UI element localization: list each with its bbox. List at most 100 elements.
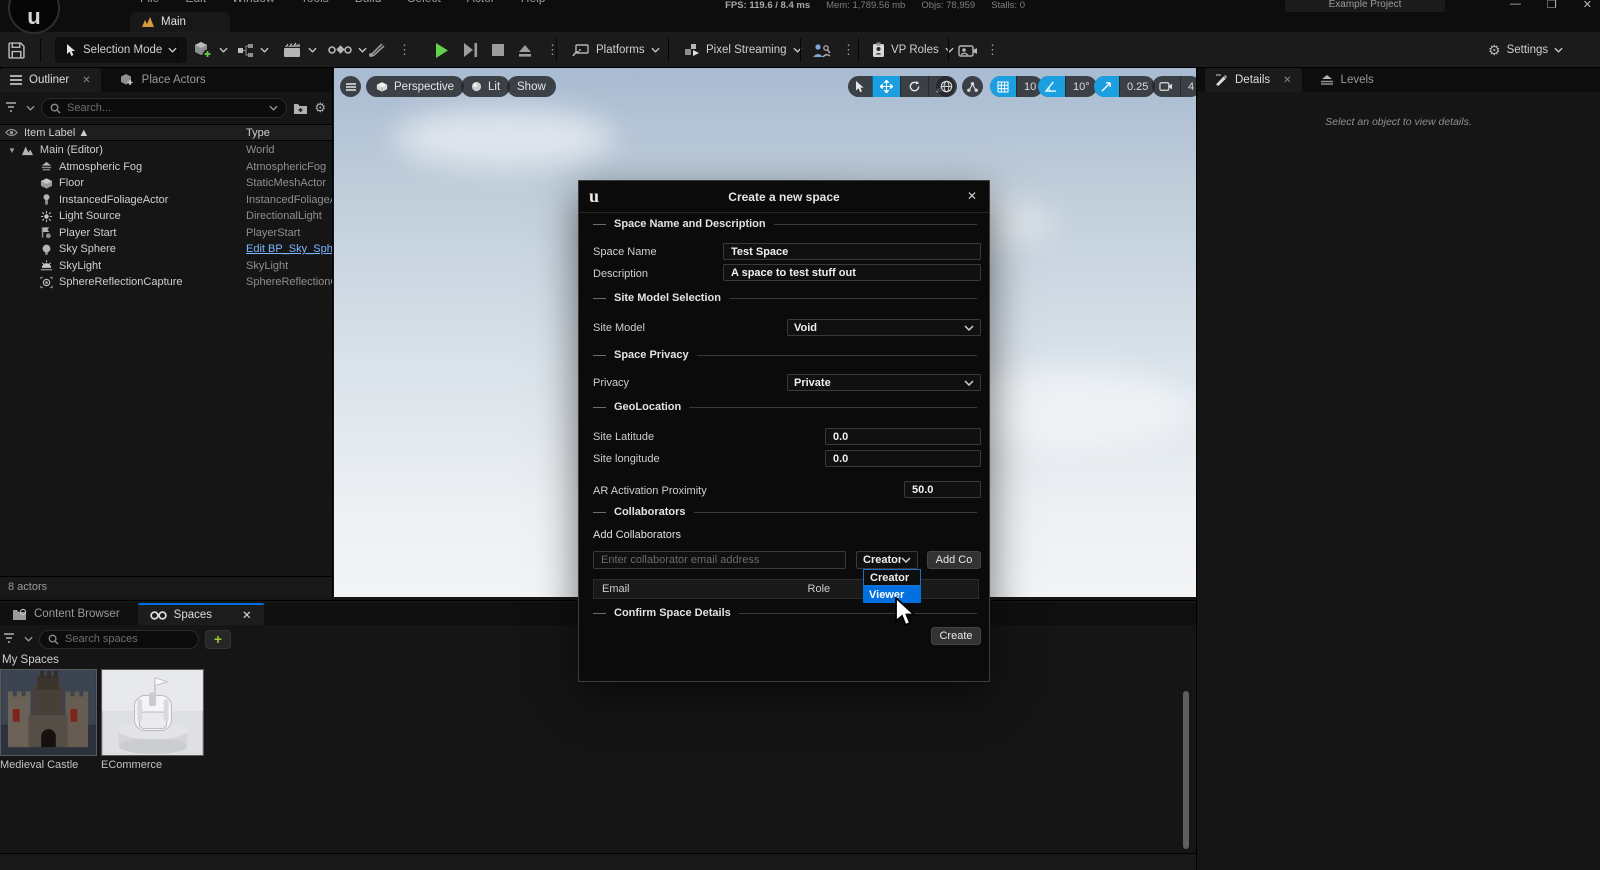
visibility-eye-icon[interactable] xyxy=(5,128,18,137)
filter-chevron-icon[interactable] xyxy=(26,105,35,111)
outliner-row[interactable]: SkyLightSkyLight xyxy=(0,258,332,275)
edit-blueprint-link[interactable]: Edit BP_Sky_Sphe xyxy=(246,243,332,255)
skip-to-marker-icon[interactable] xyxy=(463,43,478,57)
menu-build[interactable]: Build xyxy=(355,0,382,5)
menu-window[interactable]: Window xyxy=(232,0,275,5)
new-folder-icon[interactable] xyxy=(293,102,308,115)
camera-speed-button[interactable] xyxy=(1152,76,1180,97)
outliner-row[interactable]: InstancedFoliageActorInstancedFoliageA xyxy=(0,192,332,209)
selection-mode-dropdown[interactable]: Selection Mode xyxy=(55,37,187,63)
brush-tool-button[interactable] xyxy=(368,32,386,68)
grid-snap-toggle[interactable] xyxy=(990,76,1016,97)
cinematics-button[interactable] xyxy=(283,32,317,68)
collaborators-button[interactable] xyxy=(812,32,832,68)
maximize-icon[interactable]: ❐ xyxy=(1547,0,1557,11)
virtual-camera-menu[interactable]: ⋮ xyxy=(986,32,999,68)
spaces-filter-icon[interactable] xyxy=(4,633,18,645)
rotation-snap-value[interactable]: 10° xyxy=(1065,76,1097,97)
scale-snap-value[interactable]: 0.25 xyxy=(1119,76,1155,97)
camera-speed-value[interactable]: 4 xyxy=(1180,76,1196,97)
tab-spaces[interactable]: Spaces ✕ xyxy=(138,603,264,625)
tab-content-browser[interactable]: Content Browser xyxy=(0,603,132,625)
viewport-menu-button[interactable] xyxy=(340,76,361,97)
collaborators-menu[interactable]: ⋮ xyxy=(842,32,855,68)
column-type[interactable]: Type xyxy=(246,127,332,139)
close-outliner-tab-icon[interactable]: ✕ xyxy=(82,75,90,86)
menu-tools[interactable]: Tools xyxy=(301,0,329,5)
viewport-perspective-dropdown[interactable]: Perspective xyxy=(366,76,464,97)
play-options-menu[interactable]: ⋮ xyxy=(546,42,559,58)
add-space-button[interactable]: + xyxy=(205,630,231,649)
description-input[interactable] xyxy=(723,264,981,281)
tab-levels[interactable]: Levels xyxy=(1310,68,1384,92)
virtual-camera-button[interactable] xyxy=(958,32,978,68)
create-button[interactable]: Create xyxy=(931,627,981,645)
blueprints-button[interactable] xyxy=(237,32,269,68)
menu-file[interactable]: File xyxy=(140,0,159,5)
spaces-scrollbar[interactable] xyxy=(1183,691,1189,849)
menu-actor[interactable]: Actor xyxy=(467,0,495,5)
space-tile-medieval-castle[interactable]: Medieval Castle xyxy=(0,669,97,771)
outliner-search-input[interactable] xyxy=(67,102,263,114)
stop-icon[interactable] xyxy=(492,44,504,56)
dialog-close-icon[interactable]: ✕ xyxy=(967,189,977,203)
tab-outliner[interactable]: Outliner ✕ xyxy=(0,68,101,92)
rotate-tool-button[interactable] xyxy=(900,76,928,97)
surface-snapping-button[interactable] xyxy=(962,76,983,97)
outliner-row[interactable]: FloorStaticMeshActor xyxy=(0,175,332,192)
project-name-button[interactable]: Example Project xyxy=(1285,0,1445,12)
column-item-label[interactable]: Item Label ▲ xyxy=(24,127,89,139)
search-options-chevron-icon[interactable] xyxy=(269,105,278,111)
privacy-dropdown[interactable]: Private xyxy=(787,374,981,391)
role-option-creator[interactable]: Creator xyxy=(863,569,921,586)
collaborator-role-dropdown[interactable]: Creator xyxy=(856,551,918,569)
outliner-row-sky-sphere[interactable]: Sky SphereEdit BP_Sky_Sphe xyxy=(0,241,332,258)
rotation-snap-toggle[interactable] xyxy=(1038,76,1065,97)
spaces-search-input[interactable] xyxy=(65,633,190,645)
world-coordinate-button[interactable] xyxy=(936,76,957,97)
add-collaborator-button[interactable]: Add Co xyxy=(927,551,981,569)
eject-icon[interactable] xyxy=(518,44,532,57)
space-name-input[interactable] xyxy=(723,243,981,260)
spaces-search[interactable] xyxy=(39,630,199,649)
tab-place-actors[interactable]: Place Actors xyxy=(111,68,216,92)
save-button[interactable] xyxy=(8,32,25,68)
close-spaces-tab-icon[interactable]: ✕ xyxy=(242,608,252,622)
scale-snap-toggle[interactable] xyxy=(1094,76,1119,97)
vp-roles-dropdown[interactable]: VP Roles xyxy=(872,32,954,68)
menu-help[interactable]: Help xyxy=(521,0,546,5)
sequencer-button[interactable] xyxy=(328,32,367,68)
ar-proximity-input[interactable] xyxy=(904,481,981,498)
menu-select[interactable]: Select xyxy=(407,0,440,5)
collaborator-email-input[interactable] xyxy=(593,551,846,569)
outliner-search[interactable] xyxy=(41,98,287,118)
settings-dropdown[interactable]: ⚙ Settings xyxy=(1488,32,1563,68)
add-actor-button[interactable] xyxy=(193,32,228,68)
outliner-row[interactable]: Light SourceDirectionalLight xyxy=(0,208,332,225)
expand-arrow-icon[interactable]: ▼ xyxy=(8,146,16,155)
tab-details[interactable]: Details ✕ xyxy=(1205,68,1302,92)
spaces-filter-chevron-icon[interactable] xyxy=(24,636,33,642)
outliner-row-world[interactable]: ▼ Main (Editor)World xyxy=(0,142,332,159)
site-model-dropdown[interactable]: Void xyxy=(787,319,981,336)
site-latitude-input[interactable] xyxy=(825,428,981,445)
filter-icon[interactable] xyxy=(6,102,20,114)
outliner-row[interactable]: Atmospheric FogAtmosphericFog xyxy=(0,159,332,176)
space-tile-ecommerce[interactable]: ECommerce xyxy=(101,669,204,771)
minimize-icon[interactable]: — xyxy=(1510,0,1521,11)
select-tool-button[interactable] xyxy=(848,76,872,97)
viewport-lit-dropdown[interactable]: Lit xyxy=(461,76,510,97)
toolbar-overflow-menu[interactable]: ⋮ xyxy=(398,32,411,68)
play-icon[interactable] xyxy=(435,43,449,58)
pixel-streaming-dropdown[interactable]: Pixel Streaming xyxy=(684,32,802,68)
viewport-show-dropdown[interactable]: Show xyxy=(507,76,556,97)
platforms-dropdown[interactable]: Platforms xyxy=(572,32,660,68)
outliner-row[interactable]: SphereReflectionCaptureSphereReflectionC xyxy=(0,274,332,291)
close-icon[interactable]: ✕ xyxy=(1583,0,1592,11)
site-longitude-input[interactable] xyxy=(825,450,981,467)
close-details-tab-icon[interactable]: ✕ xyxy=(1283,75,1291,86)
tab-main-level[interactable]: Main xyxy=(130,12,230,32)
move-tool-button[interactable] xyxy=(872,76,900,97)
outliner-settings-gear-icon[interactable]: ⚙ xyxy=(314,100,326,116)
menu-edit[interactable]: Edit xyxy=(185,0,206,5)
